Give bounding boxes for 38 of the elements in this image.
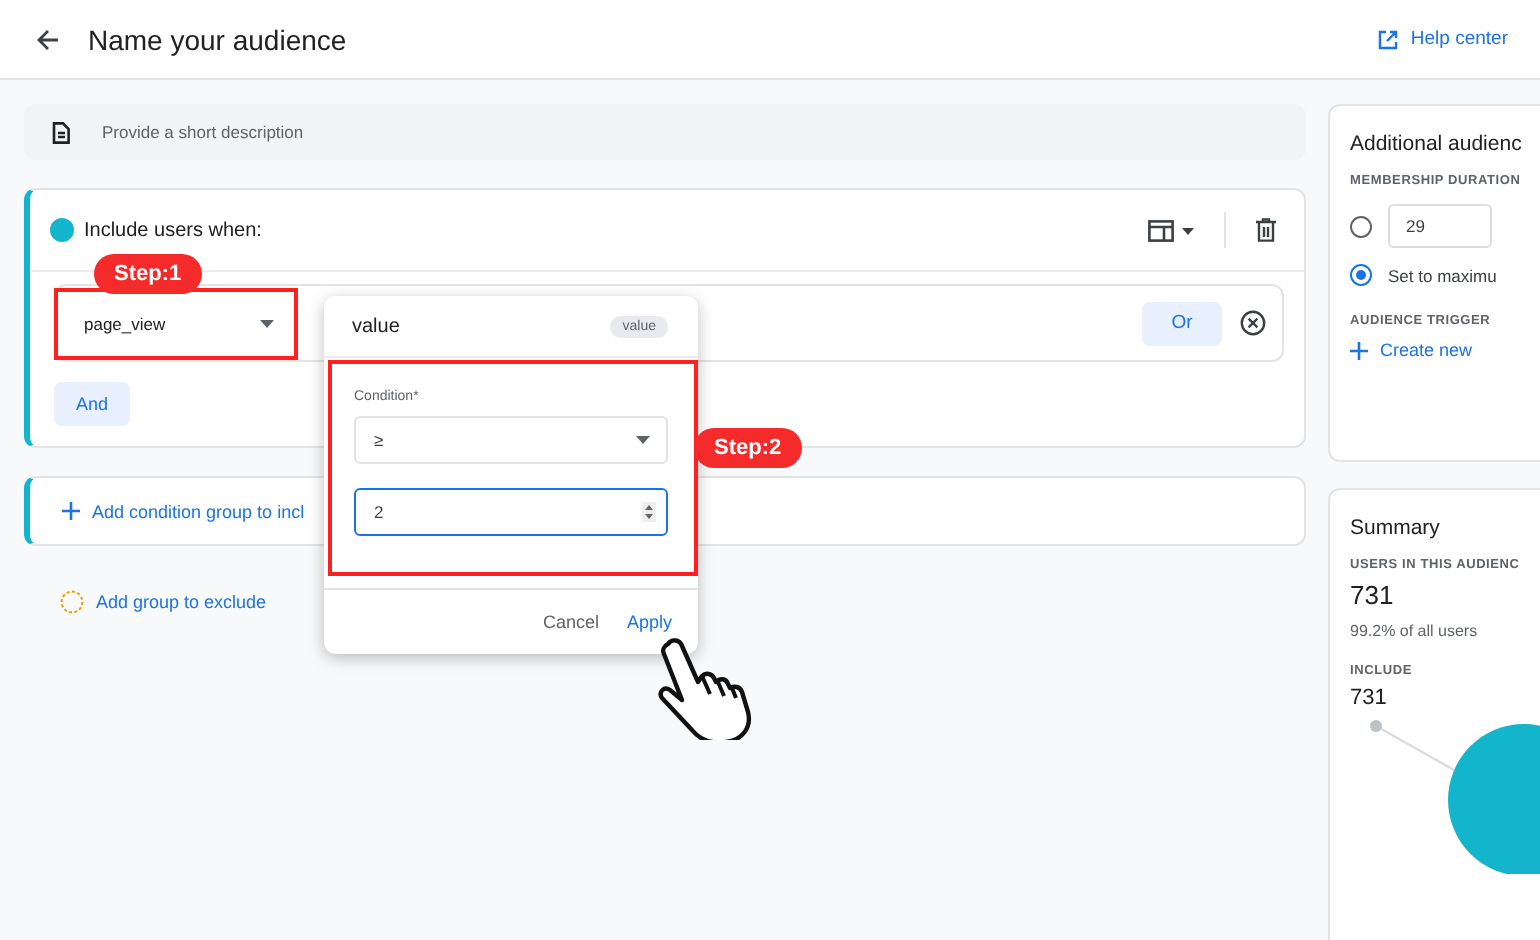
value-field[interactable]: 2 <box>354 488 668 536</box>
layout-dropdown-icon[interactable] <box>1148 219 1194 241</box>
card-title: Additional audienc <box>1350 132 1524 156</box>
external-link-icon <box>1378 29 1399 49</box>
card-title: Summary <box>1350 516 1442 540</box>
and-button[interactable]: And <box>54 382 130 426</box>
cancel-button[interactable]: Cancel <box>542 608 599 636</box>
create-new-link[interactable]: Create new <box>1350 340 1473 360</box>
help-center-link[interactable]: Help center <box>1378 28 1508 50</box>
apply-button[interactable]: Apply <box>626 608 672 636</box>
radio-button[interactable] <box>1350 215 1372 237</box>
remove-circle-icon[interactable] <box>1240 310 1266 336</box>
document-icon <box>52 122 70 144</box>
plus-icon <box>1350 341 1368 359</box>
or-button[interactable]: Or <box>1142 301 1222 345</box>
option-label: Set to maximu <box>1388 265 1497 285</box>
page-title: Name your audience <box>88 23 347 55</box>
duration-field[interactable]: 29 <box>1388 204 1492 248</box>
user-count: 731 <box>1350 580 1396 610</box>
group-dot-icon <box>50 218 74 242</box>
add-condition-group-link[interactable]: Add condition group to incl <box>62 501 305 521</box>
include-count: 731 <box>1350 686 1389 710</box>
description-field[interactable]: Provide a short description <box>24 104 1306 160</box>
delete-icon[interactable] <box>1256 218 1276 242</box>
operator-dropdown[interactable]: ≥ <box>354 416 668 464</box>
caret-icon <box>260 319 274 327</box>
plus-icon <box>62 502 80 520</box>
popup-title: value <box>352 315 400 337</box>
group-title: Include users when: <box>84 219 262 241</box>
caret-icon <box>636 436 650 444</box>
spinner-icon[interactable] <box>642 502 656 522</box>
dashed-circle-icon <box>60 590 84 614</box>
step-label: Step:2 <box>694 428 802 468</box>
back-arrow-icon[interactable] <box>36 27 60 51</box>
add-exclude-group-link[interactable]: Add group to exclude <box>60 590 1306 614</box>
user-share: 99.2% of all users <box>1350 622 1480 640</box>
radio-button[interactable] <box>1350 264 1372 286</box>
step-label: Step:1 <box>94 254 202 294</box>
